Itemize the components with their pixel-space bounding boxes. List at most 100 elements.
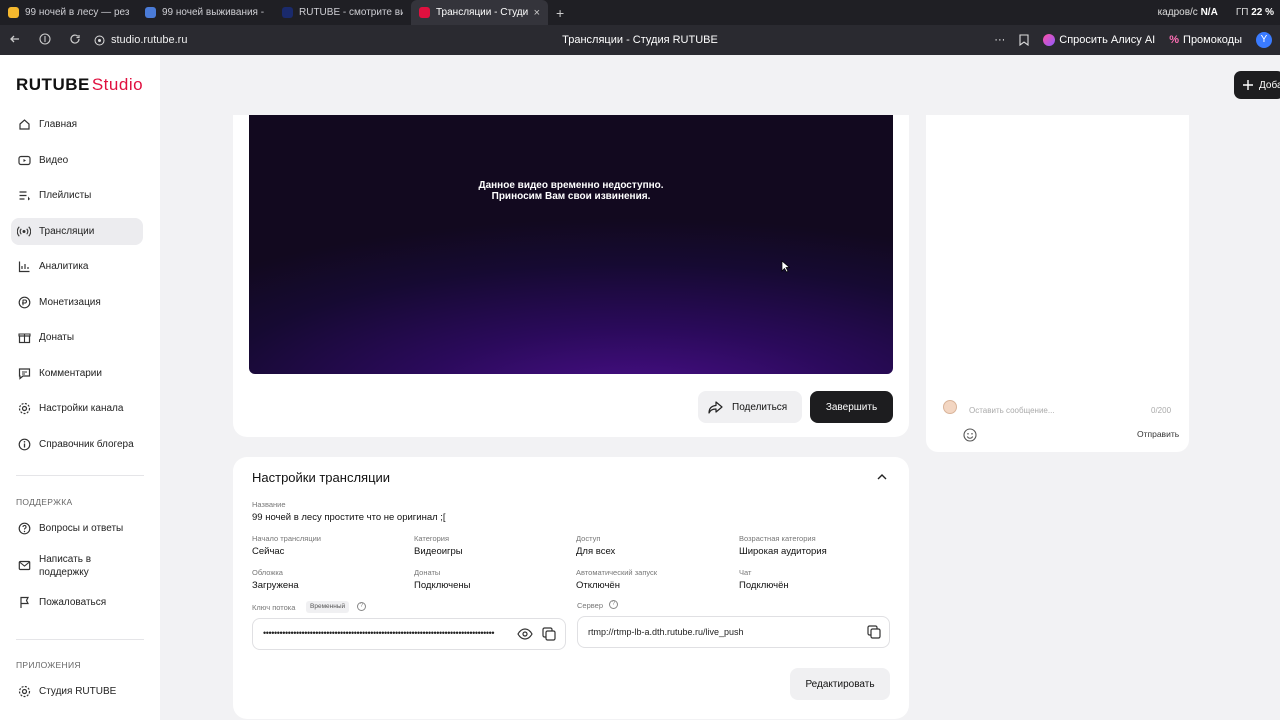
- apps-nav: Студия RUTUBE: [11, 678, 143, 714]
- tab-label: 99 ночей в лесу — резуль: [25, 7, 129, 18]
- emoji-icon[interactable]: [963, 428, 977, 442]
- access-label: Доступ: [576, 534, 601, 543]
- settings-title: Настройки трансляции: [252, 470, 391, 485]
- menu-dots-icon[interactable]: ···: [994, 34, 1005, 46]
- sidebar-item-broadcasts[interactable]: Трансляции: [11, 217, 143, 245]
- info-icon: [17, 437, 31, 451]
- sidebar-item-report[interactable]: Пожаловаться: [11, 589, 143, 616]
- sidebar-item-write-support[interactable]: Написать в поддержку: [11, 551, 143, 581]
- back-icon[interactable]: [0, 33, 30, 48]
- chat-char-counter: 0/200: [1151, 406, 1172, 415]
- category-label: Категория: [414, 534, 450, 543]
- name-label: Название: [252, 500, 286, 509]
- browser-tab-bar: 99 ночей в лесу — резуль 99 ночей выжива…: [0, 0, 1280, 25]
- stream-settings-card: Настройки трансляции Название 99 ночей в…: [233, 457, 909, 719]
- mouse-cursor-icon: [781, 260, 790, 273]
- video-unavailable-message: Данное видео временно недоступно. Принос…: [478, 180, 664, 202]
- fps-stat: кадров/с N/A: [1157, 7, 1218, 18]
- server-field[interactable]: rtmp://rtmp-lb-a.dth.rutube.ru/live_push: [577, 616, 890, 648]
- player-card: Данное видео временно недоступно. Принос…: [233, 115, 909, 437]
- tab-favicon: [419, 7, 430, 18]
- server-value: rtmp://rtmp-lb-a.dth.rutube.ru/live_push: [588, 627, 744, 637]
- percent-icon: %: [1169, 34, 1180, 46]
- start-label: Начало трансляции: [252, 534, 321, 543]
- bookmark-icon[interactable]: [1019, 34, 1029, 46]
- sidebar-item-video[interactable]: Видео: [11, 147, 143, 174]
- browser-tab-1[interactable]: 99 ночей в лесу — резуль: [0, 0, 137, 25]
- video-player[interactable]: Данное видео временно недоступно. Принос…: [249, 115, 893, 374]
- share-icon: [708, 400, 723, 414]
- sidebar-item-comments[interactable]: Комментарии: [11, 360, 143, 387]
- sidebar-divider: [16, 475, 144, 476]
- settings-icon: [17, 402, 31, 416]
- home-icon: [17, 118, 31, 132]
- sidebar-item-playlists[interactable]: Плейлисты: [11, 182, 143, 209]
- address-bar-actions: ··· Спросить Алису AI % Промокоды Y: [994, 25, 1272, 55]
- donate-icon: [17, 331, 31, 345]
- access-value: Для всех: [576, 546, 616, 557]
- sidebar-item-rutube-studio[interactable]: Студия RUTUBE: [11, 678, 143, 705]
- add-content-button[interactable]: Доба: [1234, 71, 1280, 99]
- server-label: Сервер: [577, 601, 604, 610]
- rutube-studio-logo[interactable]: RUTUBE Studio: [16, 75, 143, 95]
- chevron-up-icon[interactable]: [876, 471, 888, 483]
- studio-app: RUTUBE Studio Главная Видео Плейлисты Тра…: [0, 55, 1280, 720]
- autostart-label: Автоматический запуск: [576, 568, 658, 577]
- alice-icon: [1043, 34, 1056, 46]
- cover-value: Загружена: [252, 580, 299, 591]
- sidebar-divider: [16, 639, 144, 640]
- copy-icon[interactable]: [867, 625, 881, 639]
- sidebar-item-blogger-guide[interactable]: Справочник блогера: [11, 431, 143, 458]
- chat-label: Чат: [739, 568, 752, 577]
- category-value: Видеоигры: [414, 546, 463, 557]
- share-button[interactable]: Поделиться: [698, 391, 802, 423]
- sidebar-item-home[interactable]: Главная: [11, 111, 143, 138]
- tab-favicon: [8, 7, 19, 18]
- temporary-badge: Временный: [306, 601, 350, 613]
- settings-icon: [17, 685, 31, 699]
- stream-key-field[interactable]: ••••••••••••••••••••••••••••••••••••••••…: [252, 618, 566, 650]
- finish-stream-button[interactable]: Завершить: [810, 391, 893, 423]
- video-icon: [17, 153, 31, 167]
- main-nav: Главная Видео Плейлисты Трансляции Анали…: [11, 111, 143, 466]
- yandex-account-icon[interactable]: Y: [1256, 32, 1272, 48]
- help-icon: [17, 522, 31, 536]
- comments-icon: [17, 366, 31, 380]
- name-value: 99 ночей в лесу простите что не оригинал…: [252, 512, 446, 523]
- chat-value: Подключён: [739, 580, 789, 591]
- ask-alice-button[interactable]: Спросить Алису AI: [1043, 34, 1155, 46]
- url-field[interactable]: studio.rutube.ru: [94, 34, 187, 46]
- chat-send-button[interactable]: Отправить: [1137, 429, 1179, 439]
- browser-stats: кадров/с N/A ГП 22 %: [1158, 0, 1274, 25]
- browser-tab-active[interactable]: Трансляции - Студия R ×: [411, 0, 548, 25]
- sidebar-item-analytics[interactable]: Аналитика: [11, 253, 143, 280]
- tab-label: RUTUBE - смотрите виде: [299, 7, 403, 18]
- help-icon[interactable]: ?: [609, 600, 618, 609]
- copy-icon[interactable]: [542, 627, 556, 641]
- edit-settings-button[interactable]: Редактировать: [790, 668, 890, 700]
- monetization-icon: [17, 295, 31, 309]
- donations-value: Подключены: [414, 580, 471, 591]
- tab-label: 99 ночей выживания - ле: [162, 7, 266, 18]
- eye-icon[interactable]: [517, 627, 533, 641]
- new-tab-button[interactable]: +: [548, 5, 572, 21]
- avatar: [943, 400, 957, 414]
- stream-key-value: ••••••••••••••••••••••••••••••••••••••••…: [263, 628, 495, 638]
- gpu-stat: ГП 22 %: [1235, 7, 1274, 18]
- yandex-icon[interactable]: [30, 32, 60, 48]
- browser-tab-3[interactable]: RUTUBE - смотрите виде: [274, 0, 411, 25]
- tab-favicon: [145, 7, 156, 18]
- mail-icon: [17, 559, 31, 573]
- help-icon[interactable]: ?: [357, 602, 366, 611]
- sidebar-item-faq[interactable]: Вопросы и ответы: [11, 515, 143, 542]
- browser-tab-2[interactable]: 99 ночей выживания - ле: [137, 0, 274, 25]
- reload-icon[interactable]: [60, 33, 90, 48]
- chat-message-input[interactable]: Оставить сообщение...: [969, 406, 1055, 415]
- sidebar-item-monetization[interactable]: Монетизация: [11, 289, 143, 316]
- close-tab-icon[interactable]: ×: [534, 7, 540, 19]
- age-category-value: Широкая аудитория: [739, 546, 827, 557]
- support-nav: Вопросы и ответы Написать в поддержку По…: [11, 515, 143, 625]
- sidebar-item-donations[interactable]: Донаты: [11, 324, 143, 351]
- promo-button[interactable]: % Промокоды: [1169, 34, 1242, 46]
- sidebar-item-channel-settings[interactable]: Настройки канала: [11, 395, 143, 422]
